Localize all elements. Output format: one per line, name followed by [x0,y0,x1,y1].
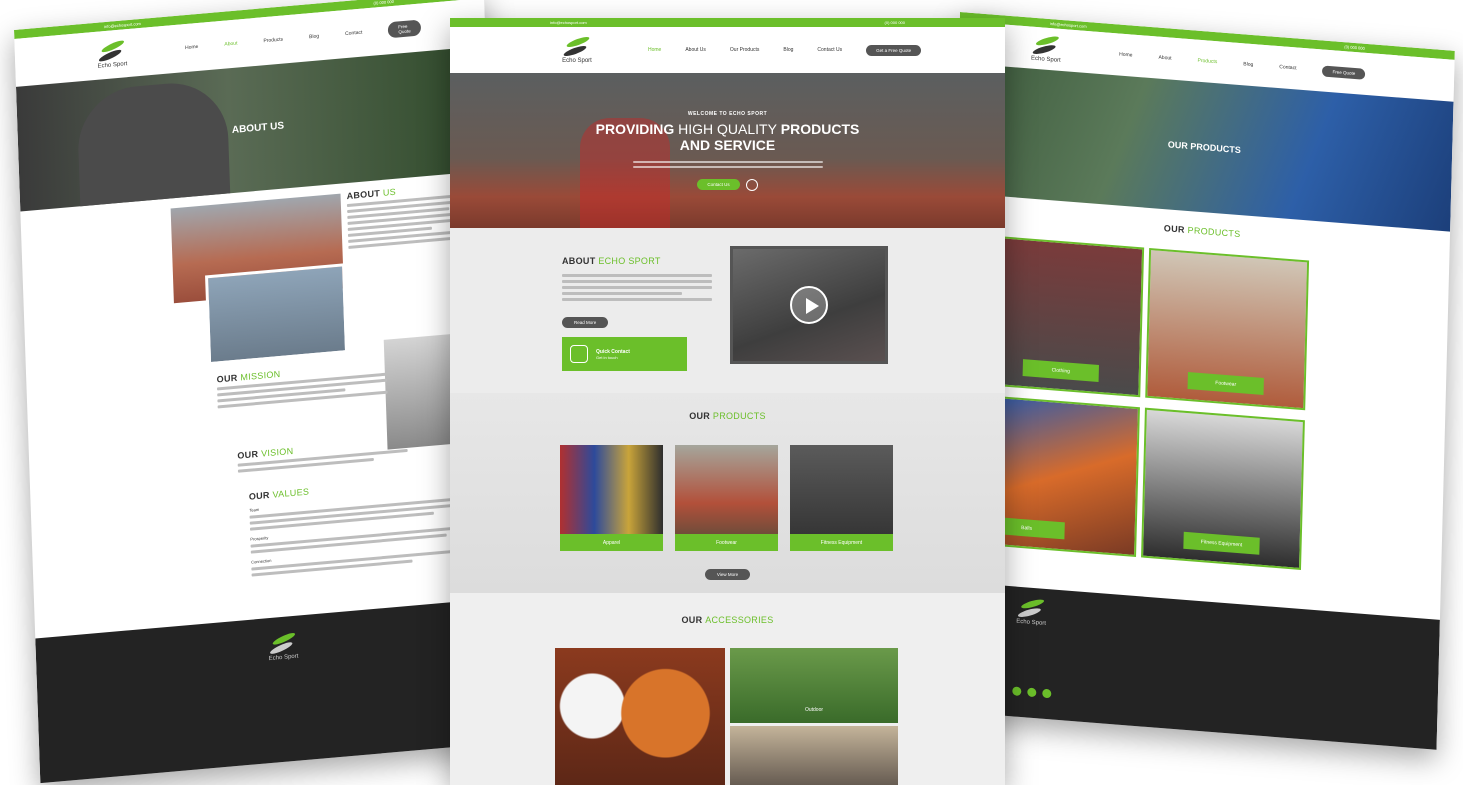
nav-link-active[interactable]: About [224,41,237,48]
twitter-icon[interactable] [1027,687,1037,698]
view-more-button[interactable]: View More [704,569,751,580]
nav-link[interactable]: Blog [1243,61,1253,68]
nav-link-home[interactable]: Home [648,47,661,53]
logo[interactable]: Echo Sport [1029,33,1064,64]
nav-cta-button[interactable]: Free Quote [388,19,421,39]
nav-link-active[interactable]: Products [1197,58,1217,66]
quick-contact-box[interactable]: Quick Contact Get in touch [562,337,687,371]
about-video-thumbnail[interactable] [730,246,888,364]
nav-cta-button[interactable]: Free Quote [1322,65,1366,80]
home-hero: WELCOME TO ECHO SPORT PROVIDING HIGH QUA… [450,73,1005,228]
accessory-balls-image[interactable] [555,648,725,785]
values-block: OUR VALUES Team Prosperity Connection [249,472,482,580]
hero-kicker: WELCOME TO ECHO SPORT [687,110,768,117]
products-heading: OUR PRODUCTS [689,411,766,421]
products-page-mockup: info@echosport.com (0) 000 000 Echo Sport… [941,12,1455,750]
product-card-footwear[interactable]: Footwear [675,445,778,551]
logo[interactable]: Echo Sport [95,38,130,70]
product-card-fitness[interactable]: Fitness Equipment [790,445,893,551]
accessory-label: Outdoor [804,707,824,713]
about-text: ABOUT ECHO SPORT Read More Quick Contact… [562,256,712,371]
nav-link-blog[interactable]: Blog [783,47,793,53]
footer: Echo Sport [35,597,511,784]
nav-link[interactable]: Products [263,37,283,45]
hero-title: OUR PRODUCTS [1167,139,1241,156]
hero-title: ABOUT US [231,120,285,137]
nav-link[interactable]: Home [185,44,199,51]
hero-cta-button[interactable]: Contact Us [697,179,740,190]
tile-footwear[interactable]: Footwear [1145,247,1310,411]
boxing-woman-image [205,263,349,366]
mission-block: OUR MISSION [217,360,388,412]
logo[interactable]: Echo Sport [560,35,594,64]
accessories-section: OUR ACCESSORIES Outdoor [450,593,1005,785]
about-section: ABOUT ECHO SPORT Read More Quick Contact… [450,228,1005,393]
footer-logo: Echo Sport [1014,597,1049,628]
read-more-button[interactable]: Read More [562,317,609,328]
nav-link[interactable]: Contact [345,30,362,37]
nav-cta-button[interactable]: Get a Free Quote [866,44,922,56]
nav-link-products[interactable]: Our Products [730,47,759,53]
hero-title: PROVIDING HIGH QUALITY PRODUCTS [595,120,860,137]
about-section: ABOUT US OUR MISSION OUR VISION OUR VALU… [20,171,504,611]
home-page-mockup: info@echosport.com (0) 000 000 Echo Sport… [450,18,1005,785]
nav-link-contact[interactable]: Contact Us [817,47,842,53]
mockup-stage: info@echosport.com (0) 000 000 Echo Sport… [0,0,1463,785]
nav-link[interactable]: About [1158,55,1171,62]
nav-bar: Echo Sport Home About Us Our Products Bl… [450,27,1005,73]
accessory-weights-image[interactable] [730,726,898,785]
nav-link-about[interactable]: About Us [685,47,706,53]
nav-link[interactable]: Contact [1279,64,1296,71]
products-section: OUR PRODUCTS Apparel Footwear Fitness Eq… [450,393,1005,593]
accessory-outdoor-image[interactable]: Outdoor [730,648,898,723]
facebook-icon[interactable] [1012,686,1022,697]
instagram-icon[interactable] [1042,688,1052,699]
video-play-icon[interactable] [790,286,828,324]
vision-block: OUR VISION [237,436,408,476]
accessories-heading: OUR ACCESSORIES [681,615,774,625]
about-heading: ABOUT ECHO SPORT [562,256,661,266]
nav-link[interactable]: Home [1119,52,1132,59]
play-icon[interactable] [745,178,758,191]
social-icons [1012,686,1052,699]
phone-icon [570,345,588,363]
tile-fitness-equipment[interactable]: Fitness Equipment [1141,407,1305,570]
products-section: OUR PRODUCTS Clothing Footwear Balls Fit… [945,193,1450,621]
product-card-apparel[interactable]: Apparel [560,445,663,551]
top-bar: info@echosport.com (0) 000 000 [450,18,1005,27]
footer-logo: Echo Sport [266,631,301,662]
nav-link[interactable]: Blog [309,33,319,40]
hero-title-line2: AND SERVICE [679,136,776,153]
about-page-mockup: info@echosport.com (0) 000 000 Echo Sport… [14,0,511,784]
